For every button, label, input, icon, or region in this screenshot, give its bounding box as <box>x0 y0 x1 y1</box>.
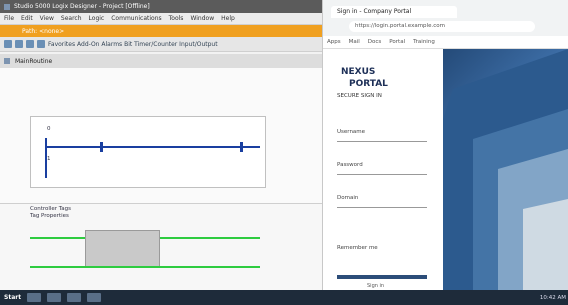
building-photo <box>443 49 568 290</box>
bookmark-apps[interactable]: Apps <box>327 39 341 45</box>
sign-in-label: Sign in <box>367 283 385 289</box>
domain-field[interactable] <box>337 207 427 208</box>
browser-tab[interactable]: Sign in - Company Portal <box>331 6 457 18</box>
routine-icon <box>4 58 10 64</box>
app-icon <box>4 3 10 10</box>
rung-number-0: 0 <box>47 126 51 132</box>
path-banner: Path: <none> <box>0 25 322 37</box>
password-field[interactable] <box>337 174 427 175</box>
contact-instruction[interactable] <box>100 142 103 152</box>
tag-properties-label: Tag Properties <box>30 213 69 219</box>
toolbar-icon-2[interactable] <box>15 40 23 48</box>
bookmarks-bar: Apps Mail Docs Portal Training <box>323 36 568 49</box>
left-menubar: File Edit View Search Logic Communicatio… <box>0 13 322 25</box>
username-label: Username <box>337 129 366 135</box>
toolbar-icon-4[interactable] <box>37 40 45 48</box>
toolbar-icon-1[interactable] <box>4 40 12 48</box>
routine-tab-bar: MainRoutine <box>0 54 322 68</box>
menu-tools[interactable]: Tools <box>169 15 184 22</box>
menu-search[interactable]: Search <box>61 15 82 22</box>
login-panel: NEXUS PORTAL SECURE SIGN IN Username Pas… <box>323 49 443 290</box>
path-banner-text: Path: <none> <box>22 27 65 35</box>
toolbar-label: Favorites Add-On Alarms Bit Timer/Counte… <box>48 40 218 48</box>
menu-edit[interactable]: Edit <box>21 15 33 22</box>
rung-wire <box>45 146 260 148</box>
brand-line-2: PORTAL <box>349 79 388 89</box>
rung-box <box>30 116 266 188</box>
menu-window[interactable]: Window <box>190 15 214 22</box>
menu-communications[interactable]: Communications <box>111 15 161 22</box>
tab-main-routine[interactable]: MainRoutine <box>15 58 52 65</box>
menu-logic[interactable]: Logic <box>89 15 105 22</box>
brand-line-3: SECURE SIGN IN <box>337 93 382 99</box>
coil-instruction[interactable] <box>240 142 243 152</box>
bookmark-mail[interactable]: Mail <box>349 39 360 45</box>
browser-window: Sign in - Company Portal https://login.p… <box>323 0 568 290</box>
taskbar-app-4[interactable] <box>87 293 102 302</box>
bookmark-training[interactable]: Training <box>413 39 435 45</box>
left-power-rail <box>45 138 47 178</box>
toolbar-icon-3[interactable] <box>26 40 34 48</box>
instruction-toolbar: Favorites Add-On Alarms Bit Timer/Counte… <box>0 37 322 52</box>
browser-top: Sign in - Company Portal https://login.p… <box>323 0 568 37</box>
address-bar[interactable]: https://login.portal.example.com <box>349 21 535 32</box>
brand-line-1: NEXUS <box>341 67 376 77</box>
tag-properties-panel: Controller Tags Tag Properties <box>0 203 322 290</box>
bookmark-portal[interactable]: Portal <box>389 39 405 45</box>
taskbar-app-3[interactable] <box>67 293 82 302</box>
start-button[interactable]: Start <box>4 294 21 301</box>
sign-in-button[interactable] <box>337 275 427 279</box>
green-wire-bottom <box>30 266 260 268</box>
ladder-editor-window: Studio 5000 Logix Designer - Project [Of… <box>0 0 323 290</box>
menu-help[interactable]: Help <box>221 15 235 22</box>
menu-view[interactable]: View <box>40 15 54 22</box>
left-window-title: Studio 5000 Logix Designer - Project [Of… <box>14 3 150 10</box>
rung-number-1: 1 <box>47 156 51 162</box>
taskbar-clock: 10:42 AM <box>539 294 566 301</box>
taskbar-app-2[interactable] <box>47 293 62 302</box>
password-label: Password <box>337 162 363 168</box>
bookmark-docs[interactable]: Docs <box>368 39 382 45</box>
taskbar: Start 10:42 AM <box>0 290 568 305</box>
taskbar-app-1[interactable] <box>27 293 42 302</box>
building-illustration <box>443 49 568 290</box>
function-block[interactable] <box>85 230 160 268</box>
left-titlebar: Studio 5000 Logix Designer - Project [Of… <box>0 0 322 13</box>
domain-label: Domain <box>337 195 359 201</box>
ladder-area: 0 1 <box>0 68 322 203</box>
menu-file[interactable]: File <box>4 15 14 22</box>
remember-me[interactable]: Remember me <box>337 245 378 251</box>
username-field[interactable] <box>337 141 427 142</box>
controller-tags-label: Controller Tags <box>30 206 71 212</box>
